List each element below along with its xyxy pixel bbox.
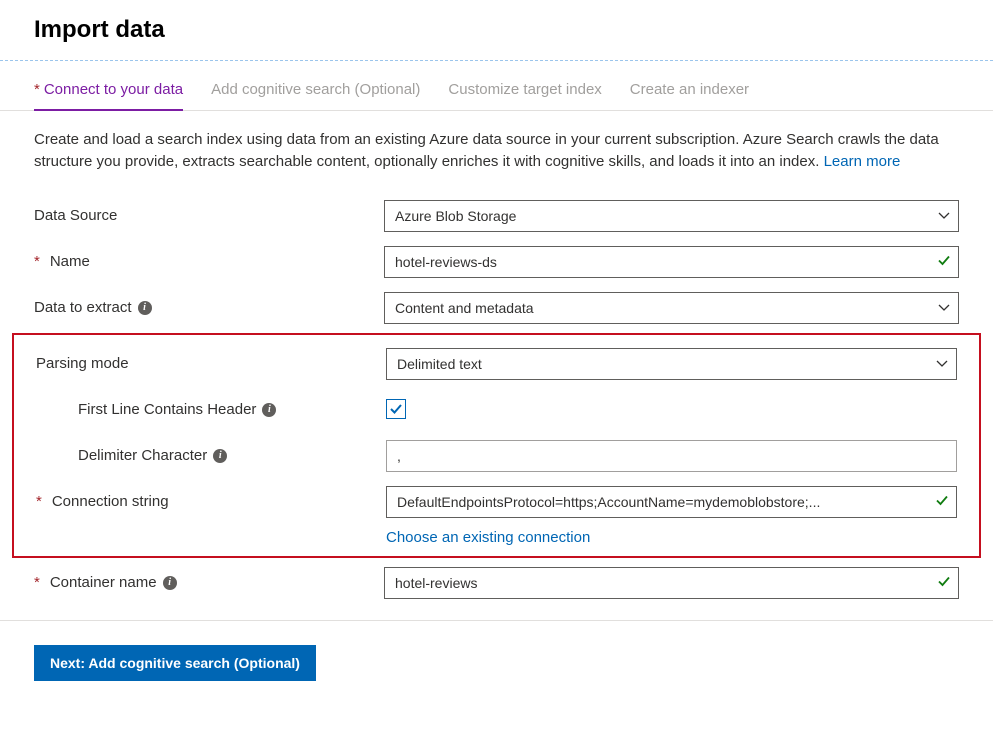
- info-icon[interactable]: i: [262, 403, 276, 417]
- valid-check-icon: [935, 493, 949, 510]
- delimiter-input[interactable]: [386, 440, 957, 472]
- row-parsing-mode: Parsing mode Delimited text: [14, 341, 979, 387]
- valid-check-icon: [937, 253, 951, 270]
- label-delimiter: Delimiter Character i: [14, 447, 386, 464]
- label-parsing-mode: Parsing mode: [14, 355, 386, 372]
- tab-cognitive-search[interactable]: Add cognitive search (Optional): [211, 71, 420, 110]
- label-data-source: Data Source: [12, 207, 384, 224]
- intro-text: Create and load a search index using dat…: [0, 111, 993, 173]
- page-title: Import data: [34, 16, 959, 44]
- first-line-header-checkbox[interactable]: [386, 399, 406, 419]
- info-icon[interactable]: i: [163, 576, 177, 590]
- label-data-to-extract: Data to extract i: [12, 299, 384, 316]
- next-button[interactable]: Next: Add cognitive search (Optional): [34, 645, 316, 681]
- row-container-name: *Container name i: [12, 560, 981, 606]
- data-source-select[interactable]: Azure Blob Storage: [384, 200, 959, 232]
- footer: Next: Add cognitive search (Optional): [0, 621, 993, 705]
- name-input[interactable]: [384, 246, 959, 278]
- valid-check-icon: [937, 574, 951, 591]
- info-icon[interactable]: i: [213, 449, 227, 463]
- row-connection-string: *Connection string: [14, 479, 979, 525]
- form-body: Data Source Azure Blob Storage *Name Dat…: [0, 173, 993, 614]
- learn-more-link[interactable]: Learn more: [824, 153, 901, 170]
- choose-existing-link[interactable]: Choose an existing connection: [386, 529, 590, 546]
- row-first-line-header: First Line Contains Header i: [14, 387, 979, 433]
- wizard-tabs: *Connect to your data Add cognitive sear…: [0, 71, 993, 111]
- row-delimiter: Delimiter Character i: [14, 433, 979, 479]
- row-data-source: Data Source Azure Blob Storage: [12, 193, 981, 239]
- label-first-line-header: First Line Contains Header i: [14, 401, 386, 418]
- label-container-name: *Container name i: [12, 574, 384, 591]
- tab-customize-index[interactable]: Customize target index: [448, 71, 601, 110]
- container-name-input[interactable]: [384, 567, 959, 599]
- label-name: *Name: [12, 253, 384, 270]
- row-name: *Name: [12, 239, 981, 285]
- highlight-section: Parsing mode Delimited text First Line C…: [12, 333, 981, 558]
- header-divider: [0, 60, 993, 61]
- page-header: Import data: [0, 0, 993, 52]
- tab-connect-data[interactable]: *Connect to your data: [34, 71, 183, 110]
- row-data-to-extract: Data to extract i Content and metadata: [12, 285, 981, 331]
- connection-string-input[interactable]: [386, 486, 957, 518]
- label-connection-string: *Connection string: [14, 493, 386, 510]
- parsing-mode-select[interactable]: Delimited text: [386, 348, 957, 380]
- info-icon[interactable]: i: [138, 301, 152, 315]
- row-choose-existing: Choose an existing connection: [14, 529, 979, 546]
- tab-create-indexer[interactable]: Create an indexer: [630, 71, 749, 110]
- data-to-extract-select[interactable]: Content and metadata: [384, 292, 959, 324]
